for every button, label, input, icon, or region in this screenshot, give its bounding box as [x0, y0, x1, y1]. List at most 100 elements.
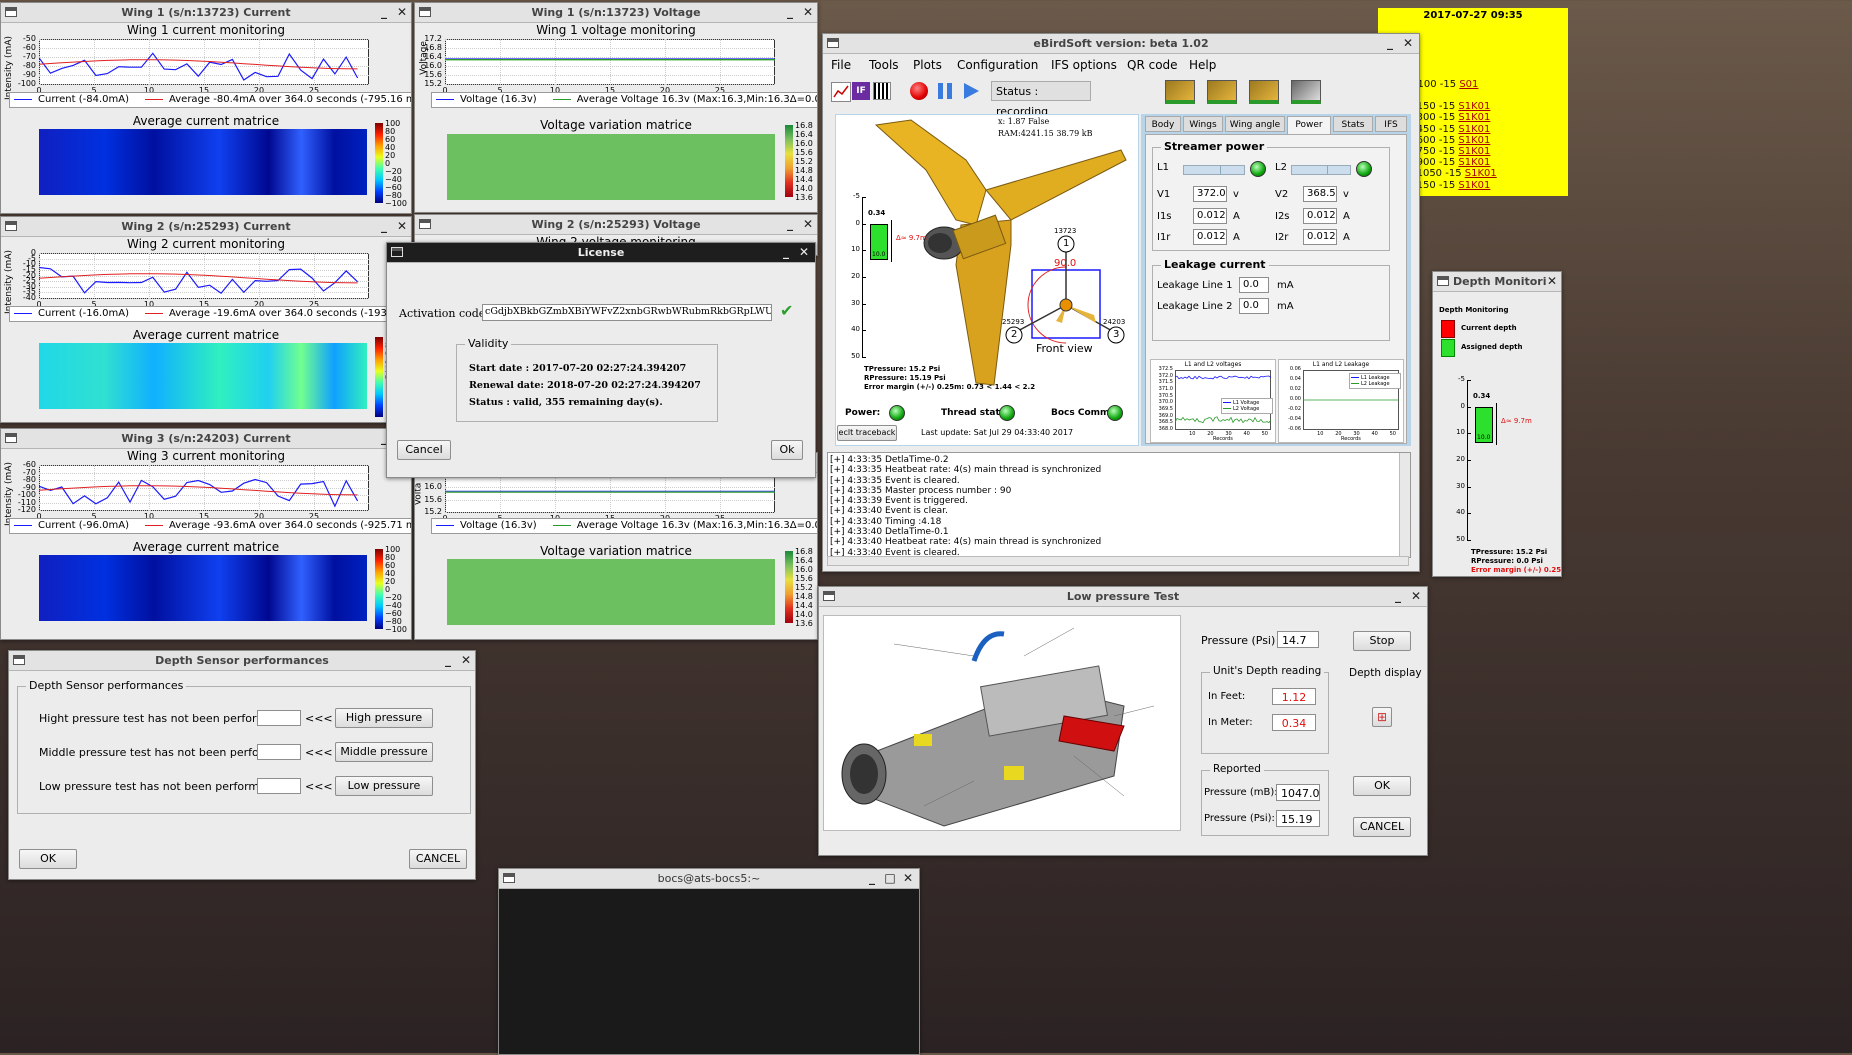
window-title: Wing 1 (s/n:13723) Current [121, 6, 290, 19]
menu-qr-code[interactable]: QR code [1127, 58, 1178, 72]
ok-button[interactable]: OK [19, 849, 77, 869]
test-result-field[interactable] [257, 778, 301, 794]
minimize-icon[interactable]: _ [783, 215, 797, 234]
feet-field[interactable]: 1.12 [1272, 688, 1316, 705]
menu-ifs-options[interactable]: IFS options [1051, 58, 1117, 72]
log-hscrollbar[interactable] [827, 556, 1409, 566]
i2s-field[interactable]: 0.012 [1303, 208, 1337, 224]
cancel-button[interactable]: CANCEL [409, 849, 467, 869]
legend-swatch-average [145, 313, 163, 314]
legend-swatch-current [14, 313, 32, 314]
minimize-icon[interactable]: _ [377, 217, 391, 236]
current-depth-swatch [1441, 320, 1455, 338]
tab-stats[interactable]: Stats [1333, 116, 1373, 132]
chart-tool-icon[interactable] [831, 82, 851, 102]
qr-tool-icon[interactable] [873, 82, 891, 100]
window-titlebar: Wing 1 (s/n:13723) Voltage_✕ [415, 3, 817, 23]
tab-ifs[interactable]: IFS [1375, 116, 1407, 132]
color-bar-tick: 14.4 [795, 175, 813, 184]
minimize-icon[interactable]: _ [865, 869, 879, 888]
mini-y-tick: 372.0 [1151, 373, 1173, 379]
wing3-current-window: Wing 3 (s/n:24203) Current_✕Wing 3 curre… [0, 428, 412, 640]
test-button[interactable]: High pressure [335, 708, 433, 728]
minimize-icon[interactable]: _ [783, 3, 797, 22]
traceback-button[interactable]: eclt traceback [837, 425, 897, 441]
leak1-field[interactable]: 0.0 [1239, 277, 1269, 293]
menu-help[interactable]: Help [1189, 58, 1216, 72]
close-icon[interactable]: ✕ [459, 651, 473, 670]
mini-x-tick: 10 [1189, 431, 1195, 437]
tab-power[interactable]: Power [1287, 116, 1331, 134]
depth-display-button[interactable]: ⊞ [1372, 707, 1392, 727]
log-vscrollbar[interactable] [1399, 453, 1410, 557]
color-bar-tick: 16.8 [795, 547, 813, 556]
test-result-field[interactable] [257, 710, 301, 726]
mb-field[interactable]: 1047.0 [1276, 784, 1320, 801]
tab-body[interactable]: Body [1145, 116, 1181, 132]
mini-legend-row: L2 Voltage [1223, 406, 1271, 412]
minimize-icon[interactable]: _ [377, 3, 391, 22]
stop-button[interactable]: Stop [1353, 631, 1411, 651]
minimize-icon[interactable]: _ [1391, 587, 1405, 606]
y-tick-label: 16.0 [417, 482, 442, 491]
psi-field[interactable]: 15.19 [1276, 810, 1320, 827]
test-result-field[interactable] [257, 744, 301, 760]
unit-icon-3[interactable] [1249, 80, 1279, 104]
activation-code-field[interactable]: cGdjbXBkbGZmbXBiYWFvZ2xnbGRwbWRubmRkbGRp… [482, 304, 772, 321]
close-icon[interactable]: ✕ [801, 3, 815, 22]
test-button[interactable]: Low pressure [335, 776, 433, 796]
ok-button[interactable]: OK [1353, 776, 1411, 796]
ifs-tool-icon[interactable]: IF [852, 82, 870, 100]
leak2-field[interactable]: 0.0 [1239, 298, 1269, 314]
play-button[interactable] [961, 81, 981, 101]
current-line [39, 480, 358, 507]
i2r-field[interactable]: 0.012 [1303, 229, 1337, 245]
minimize-icon[interactable]: _ [1383, 34, 1397, 53]
color-bar-tick: 16.8 [795, 121, 813, 130]
voltage-matrix [447, 134, 775, 200]
sticky-line-code: S1K01 [1458, 135, 1490, 146]
y-tick-label: -80 [11, 61, 36, 70]
cancel-button[interactable]: Cancel [397, 440, 451, 460]
tab-wings[interactable]: Wings [1183, 116, 1223, 132]
menu-plots[interactable]: Plots [913, 58, 942, 72]
close-icon[interactable]: ✕ [797, 243, 811, 262]
minimize-icon[interactable]: _ [779, 243, 793, 262]
menu-file[interactable]: File [831, 58, 851, 72]
legend-current: Current (-84.0mA) [38, 94, 129, 105]
i1s-field[interactable]: 0.012 [1193, 208, 1227, 224]
close-icon[interactable]: ✕ [901, 869, 915, 888]
v2-field[interactable]: 368.5 [1303, 186, 1337, 202]
mini-x-tick: 40 [1243, 431, 1249, 437]
window-title: Wing 2 (s/n:25293) Voltage [531, 218, 700, 231]
window-icon [391, 247, 403, 257]
close-icon[interactable]: ✕ [1545, 272, 1559, 291]
y-tick-label: 15.6 [417, 70, 442, 79]
minimize-icon[interactable]: _ [441, 651, 455, 670]
maximize-icon[interactable]: □ [883, 869, 897, 888]
test-button[interactable]: Middle pressure [335, 742, 433, 762]
depth-tick [1467, 407, 1471, 408]
meter-field[interactable]: 0.34 [1272, 714, 1316, 731]
unit-icon-4[interactable] [1291, 80, 1321, 104]
log-line: [+] 4:33:35 Event is cleared. [830, 476, 1101, 486]
pause-button[interactable] [935, 81, 955, 101]
close-icon[interactable]: ✕ [801, 215, 815, 234]
cancel-button[interactable]: CANCEL [1353, 817, 1411, 837]
i1r-field[interactable]: 0.012 [1193, 229, 1227, 245]
close-icon[interactable]: ✕ [395, 3, 409, 22]
menu-tools[interactable]: Tools [869, 58, 899, 72]
matrix-title: Voltage variation matrice [415, 544, 817, 558]
unit-icon-1[interactable] [1165, 80, 1195, 104]
ok-button[interactable]: Ok [771, 440, 803, 460]
chart-title: Wing 2 current monitoring [1, 237, 411, 251]
record-button[interactable] [910, 82, 928, 100]
unit-icon-2[interactable] [1207, 80, 1237, 104]
v1-field[interactable]: 372.0 [1193, 186, 1227, 202]
close-icon[interactable]: ✕ [1401, 34, 1415, 53]
close-icon[interactable]: ✕ [1409, 587, 1423, 606]
close-icon[interactable]: ✕ [395, 217, 409, 236]
pressure-field[interactable]: 14.7 [1277, 631, 1319, 648]
tab-wing-angle[interactable]: Wing angle [1225, 116, 1285, 132]
menu-configuration[interactable]: Configuration [957, 58, 1038, 72]
